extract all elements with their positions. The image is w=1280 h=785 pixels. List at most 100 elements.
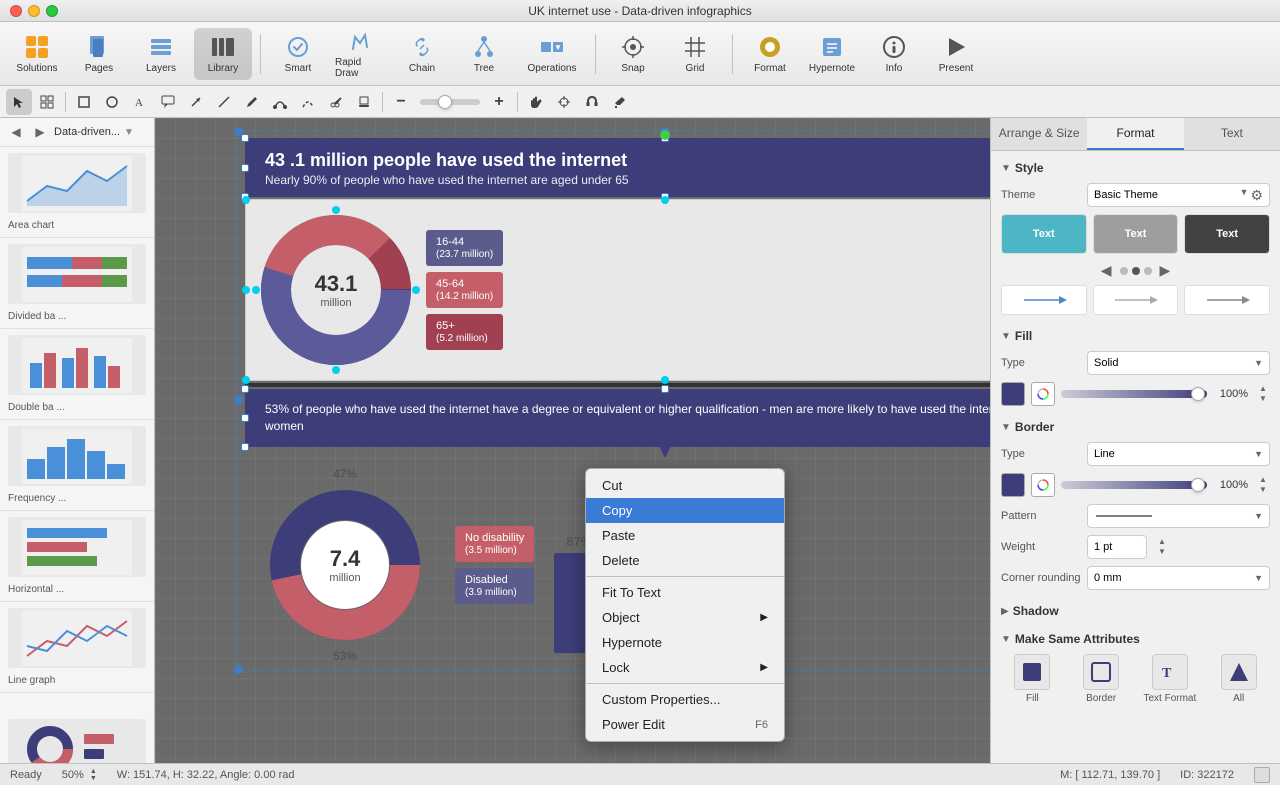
fill-opacity-slider[interactable] bbox=[1061, 390, 1207, 398]
fill-opacity-up[interactable]: ▲ bbox=[1256, 384, 1270, 394]
border-opacity-up[interactable]: ▲ bbox=[1256, 475, 1270, 485]
border-section-header[interactable]: ▼ Border bbox=[1001, 420, 1270, 434]
context-hypernote[interactable]: Hypernote bbox=[586, 630, 784, 655]
path-edit-tool[interactable] bbox=[267, 89, 293, 115]
toolbar-hypernote[interactable]: Hypernote bbox=[803, 28, 861, 80]
zoom-down[interactable]: ▼ bbox=[90, 775, 97, 782]
zoom-stepper[interactable]: ▲ ▼ bbox=[90, 768, 97, 782]
magnet-tool[interactable] bbox=[579, 89, 605, 115]
sidebar-item-horizontal[interactable]: Horizontal ... bbox=[0, 511, 154, 602]
context-power-edit[interactable]: Power Edit F6 bbox=[586, 712, 784, 737]
toolbar-info[interactable]: Info bbox=[865, 28, 923, 80]
context-object[interactable]: Object ▶ bbox=[586, 605, 784, 630]
sidebar-expand-icon[interactable]: ▼ bbox=[124, 127, 134, 138]
sidebar-item-line-graph[interactable]: Line graph bbox=[0, 602, 154, 693]
theme-nav-next[interactable]: ▶ bbox=[1160, 262, 1171, 279]
theme-btn-1[interactable]: Text bbox=[1001, 214, 1087, 254]
stamp-tool[interactable] bbox=[351, 89, 377, 115]
minimize-button[interactable] bbox=[28, 5, 40, 17]
border-weight-down[interactable]: ▼ bbox=[1155, 547, 1169, 557]
pen-tool[interactable] bbox=[239, 89, 265, 115]
border-type-select[interactable]: Line ▼ bbox=[1087, 442, 1270, 466]
border-weight-up[interactable]: ▲ bbox=[1155, 537, 1169, 547]
arrow-tool[interactable] bbox=[183, 89, 209, 115]
context-paste[interactable]: Paste bbox=[586, 523, 784, 548]
sidebar-next-btn[interactable]: ▶ bbox=[30, 122, 50, 142]
close-button[interactable] bbox=[10, 5, 22, 17]
context-fit-to-text[interactable]: Fit To Text bbox=[586, 580, 784, 605]
attr-text-format[interactable]: T Text Format bbox=[1139, 654, 1202, 704]
context-delete[interactable]: Delete bbox=[586, 548, 784, 573]
sidebar-item-double-bar[interactable]: Double ba ... bbox=[0, 329, 154, 420]
border-weight-input[interactable]: 1 pt bbox=[1087, 535, 1147, 559]
sidebar-item-divided-bar[interactable]: Divided ba ... bbox=[0, 238, 154, 329]
tab-format[interactable]: Format bbox=[1087, 118, 1183, 150]
sidebar-item-area-chart[interactable]: Area chart bbox=[0, 147, 154, 238]
eyedropper-tool[interactable] bbox=[607, 89, 633, 115]
zoom-in-btn[interactable]: + bbox=[486, 89, 512, 115]
toolbar-present[interactable]: Present bbox=[927, 28, 985, 80]
border-pattern-select[interactable]: ▼ bbox=[1087, 504, 1270, 528]
crosshair-tool[interactable] bbox=[551, 89, 577, 115]
toolbar-layers[interactable]: Layers bbox=[132, 28, 190, 80]
info-header-block[interactable]: 43 .1 million people have used the inter… bbox=[245, 138, 990, 197]
theme-gear-icon[interactable]: ⚙ bbox=[1250, 187, 1263, 204]
border-color-btn[interactable] bbox=[1031, 473, 1055, 497]
context-cut[interactable]: Cut bbox=[586, 473, 784, 498]
tab-arrange-size[interactable]: Arrange & Size bbox=[991, 118, 1087, 150]
zoom-up[interactable]: ▲ bbox=[90, 768, 97, 775]
theme-nav-prev[interactable]: ◀ bbox=[1101, 262, 1112, 279]
path-join-tool[interactable] bbox=[295, 89, 321, 115]
callout-tool[interactable] bbox=[155, 89, 181, 115]
toolbar-smart[interactable]: Smart bbox=[269, 28, 327, 80]
context-copy[interactable]: Copy bbox=[586, 498, 784, 523]
attr-border[interactable]: Border bbox=[1070, 654, 1133, 704]
grid-view-tool[interactable] bbox=[34, 89, 60, 115]
scissors-tool[interactable] bbox=[323, 89, 349, 115]
text-tool[interactable]: A bbox=[127, 89, 153, 115]
toolbar-solutions[interactable]: Solutions bbox=[8, 28, 66, 80]
toolbar-snap[interactable]: Snap bbox=[604, 28, 662, 80]
attr-all[interactable]: All bbox=[1207, 654, 1270, 704]
maximize-button[interactable] bbox=[46, 5, 58, 17]
fill-section-header[interactable]: ▼ Fill bbox=[1001, 329, 1270, 343]
zoom-slider[interactable] bbox=[420, 99, 480, 105]
shadow-section-header[interactable]: ▶ Shadow bbox=[1001, 604, 1270, 618]
border-opacity-down[interactable]: ▼ bbox=[1256, 485, 1270, 495]
corner-select[interactable]: 0 mm ▼ bbox=[1087, 566, 1270, 590]
tab-text[interactable]: Text bbox=[1184, 118, 1280, 150]
cursor-tool[interactable] bbox=[6, 89, 32, 115]
style-section-header[interactable]: ▼ Style bbox=[1001, 161, 1270, 175]
theme-btn-3[interactable]: Text bbox=[1184, 214, 1270, 254]
attr-fill[interactable]: Fill bbox=[1001, 654, 1064, 704]
line-tool[interactable] bbox=[211, 89, 237, 115]
zoom-out-btn[interactable]: − bbox=[388, 89, 414, 115]
arrow-sample-1[interactable] bbox=[1001, 285, 1087, 315]
fill-color-btn[interactable] bbox=[1031, 382, 1055, 406]
toolbar-format[interactable]: Format bbox=[741, 28, 799, 80]
sidebar-prev-btn[interactable]: ◀ bbox=[6, 122, 26, 142]
rect-tool[interactable] bbox=[71, 89, 97, 115]
fill-type-select[interactable]: Solid ▼ bbox=[1087, 351, 1270, 375]
status-zoom-control[interactable]: 50% ▲ ▼ bbox=[62, 768, 97, 782]
context-lock[interactable]: Lock ▶ bbox=[586, 655, 784, 680]
make-same-header[interactable]: ▼ Make Same Attributes bbox=[1001, 632, 1270, 646]
chart-body[interactable]: 43.1 million 16-44(23.7 million) 45-64(1… bbox=[245, 199, 990, 381]
border-opacity-slider[interactable] bbox=[1061, 481, 1207, 489]
toolbar-grid[interactable]: Grid bbox=[666, 28, 724, 80]
context-custom-props[interactable]: Custom Properties... bbox=[586, 687, 784, 712]
toolbar-tree[interactable]: Tree bbox=[455, 28, 513, 80]
sidebar-item-donut[interactable]: Donut chart bbox=[0, 713, 154, 763]
arrow-sample-2[interactable] bbox=[1093, 285, 1179, 315]
hand-tool[interactable] bbox=[523, 89, 549, 115]
circle-tool[interactable] bbox=[99, 89, 125, 115]
theme-btn-2[interactable]: Text bbox=[1093, 214, 1179, 254]
expand-view-btn[interactable] bbox=[1254, 767, 1270, 783]
canvas-area[interactable]: 43 .1 million people have used the inter… bbox=[155, 118, 990, 763]
theme-select[interactable]: Basic Theme ▼ ⚙ bbox=[1087, 183, 1270, 207]
border-color-swatch[interactable] bbox=[1001, 473, 1025, 497]
toolbar-operations[interactable]: ▼ Operations bbox=[517, 28, 587, 80]
toolbar-pages[interactable]: Pages bbox=[70, 28, 128, 80]
toolbar-chain[interactable]: Chain bbox=[393, 28, 451, 80]
fill-color-swatch[interactable] bbox=[1001, 382, 1025, 406]
